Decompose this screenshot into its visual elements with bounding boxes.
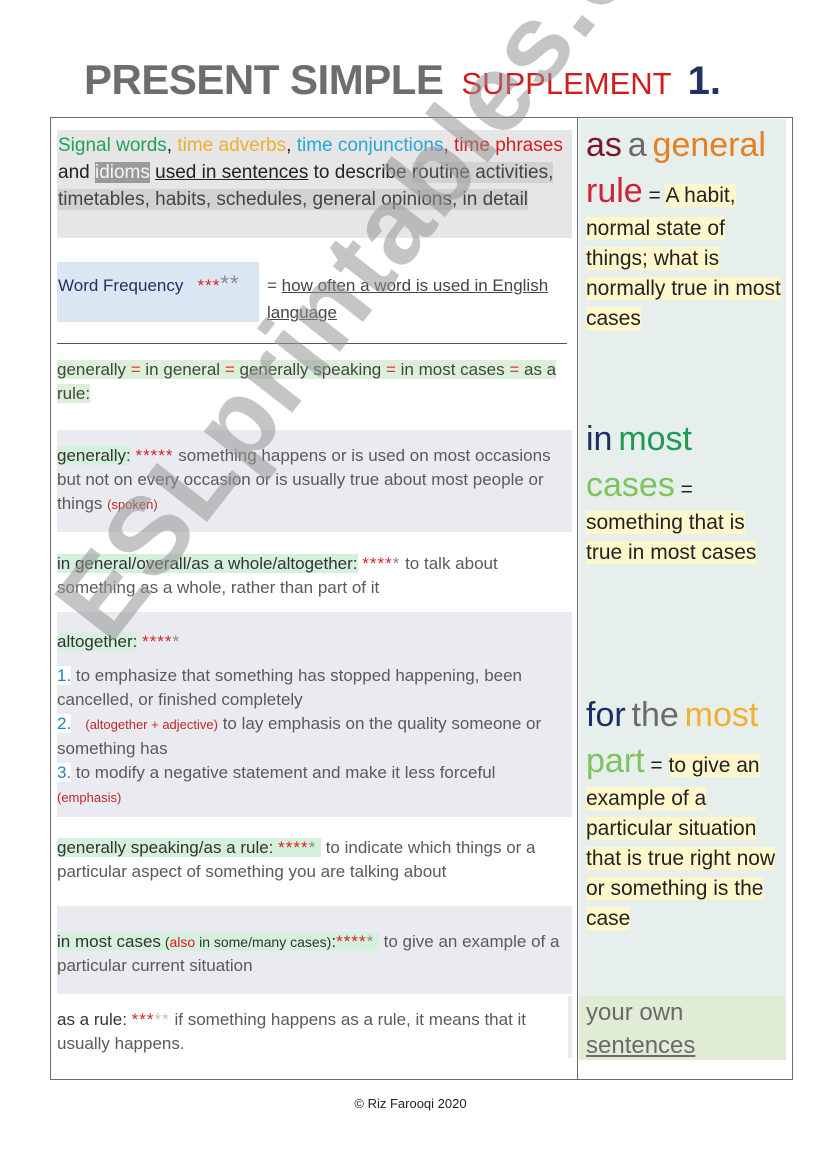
to-describe: to describe [308,162,412,183]
phrase-word: the [631,696,679,734]
star-rating-grey: * [366,932,375,951]
phrase-word: most [618,420,692,458]
entry-as-a-rule: as a rule: ***** if something happens as… [57,996,572,1058]
sense-number: 3. [57,763,72,782]
sense-note: (emphasis) [57,790,122,805]
synonym: in most cases [400,360,505,379]
frequency-label-text: Word Frequency [58,276,184,295]
star-rating-grey: ** [220,271,240,296]
equals-sign: = [130,360,141,379]
sidebar-most-cases: in most cases = something that is true i… [586,416,786,568]
phrase-definition: to give an example of a particular situa… [586,754,776,930]
equals-sign: = [509,360,520,379]
sep: , [443,135,455,156]
time-conjunctions: time conjunctions [296,135,444,156]
synonym: generally speaking [239,360,382,379]
sense-item: 3. to modify a negative statement and ma… [57,761,572,810]
horizontal-rule [57,343,567,344]
synonyms-line: generally = in general = generally speak… [57,358,572,406]
phrase-word: in [586,420,613,458]
frequency-block: Word Frequency ***** = how often a word … [57,262,572,322]
routine-activities: routine activities [411,162,549,183]
own-line: your own [586,999,684,1026]
time-phrases: time phrases [454,135,563,156]
paren: ( [160,934,170,950]
star-rating-red: **** [362,554,393,573]
entry-term: in general/overall/as a whole/altogether… [57,554,358,573]
time-adverbs: time adverbs [177,135,287,156]
sidebar-your-own-sentences: your own sentences [579,996,786,1060]
frequency-definition-text: how often a word is used in English lang… [267,276,549,322]
phrase-word: for [586,696,626,734]
phrase-word: as [586,126,622,164]
entry-term: altogether: [57,632,138,651]
equals-sign: = [385,360,396,379]
phrase-word: part [586,742,645,780]
entry-generally: generally: ***** something happens or is… [57,430,572,532]
copyright-footer: © Riz Farooqi 2020 [354,1096,467,1111]
sep: , [286,135,297,156]
phrase-word: most [684,696,759,734]
phrase-definition: something that is true in most cases [586,511,757,564]
sense-item: 1. to emphasize that something has stopp… [57,664,572,712]
entry-in-general: in general/overall/as a whole/altogether… [57,550,572,610]
also-text: in some/many cases) [195,934,332,950]
entry-note: (spoken) [107,497,158,512]
title-supplement: SUPPLEMENT [461,66,672,101]
entry-definition: if something happens as a rule, it means… [57,1010,527,1053]
sidebar-general-rule: as a general rule = A habit, normal stat… [586,122,786,334]
phrase-word: rule [586,172,643,210]
sep: , [166,135,178,156]
page-title: PRESENT SIMPLE SUPPLEMENT 1. [84,56,721,104]
frequency-definition: = how often a word is used in English la… [267,272,567,326]
phrase-word: a [627,126,647,164]
frequency-label: Word Frequency ***** [58,272,240,298]
equals-sign: = [224,360,235,379]
equals-sign: = [644,754,669,777]
sidebar-most-part: for the most part = to give an example o… [586,692,786,934]
star-rating-red: **** [336,932,367,951]
column-divider [577,117,578,1080]
own-sentences: sentences [586,1032,696,1059]
and-text: and [58,162,95,183]
sense-list: 1. to emphasize that something has stopp… [57,664,572,810]
entry-term: as a rule: [57,1010,127,1029]
entry-altogether: altogether: ***** 1. to emphasize that s… [57,612,572,817]
synonym: in general [145,360,221,379]
sense-item: 2. (altogether + adjective) to lay empha… [57,712,572,761]
star-rating-red: *** [197,276,221,295]
entry-generally-speaking: generally speaking/as a rule: ***** to i… [57,836,572,884]
entry-term: generally speaking/as a rule: [57,838,274,857]
entry-in-most-cases: in most cases (also in some/many cases):… [57,906,572,994]
star-rating-grey: ** [154,1010,170,1029]
entry-term: in most cases [57,932,161,951]
star-rating-red: **** [278,838,309,857]
sense-text: to modify a negative statement and make … [71,763,496,782]
phrase-word: cases [586,466,675,504]
star-rating-grey: * [308,838,317,857]
sense-text: to emphasize that something has stopped … [57,666,523,709]
title-number: 1. [687,59,721,103]
sense-note: (altogether + adjective) [85,717,218,732]
star-rating-red: **** [142,632,173,651]
used-in-sentences: used in sentences [155,162,309,183]
star-rating-grey: * [172,632,181,651]
intro-block: Signal words, time adverbs, time conjunc… [57,130,572,238]
star-rating-red: ***** [135,446,174,465]
equals-sign: = [674,478,693,501]
synonym: generally [57,360,126,379]
equals-sign: = [267,276,277,295]
signal-words: Signal words [58,135,167,156]
star-rating-red: *** [131,1010,155,1029]
idioms: idioms [94,162,150,183]
sense-number: 1. [57,666,72,685]
entry-term: generally: [57,446,131,465]
also-label: also [169,934,196,950]
sense-number: 2. [57,714,72,733]
phrase-word: general [652,126,766,164]
title-main: PRESENT SIMPLE [84,56,444,103]
equals-sign: = [642,184,666,207]
